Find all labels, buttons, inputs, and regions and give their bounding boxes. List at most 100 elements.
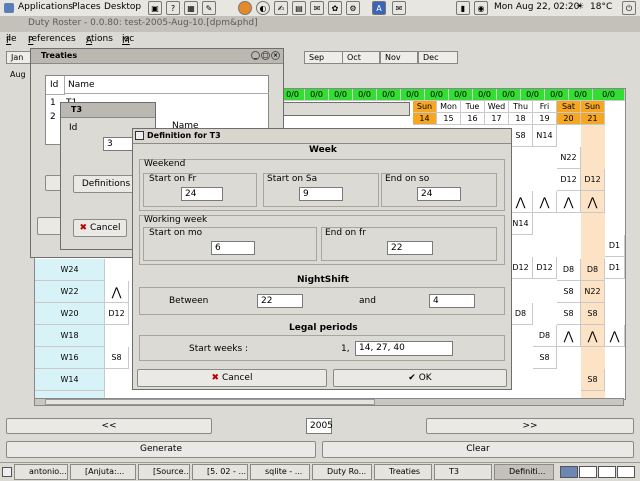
shift-cell[interactable]: S8 [509, 125, 533, 147]
shift-cell[interactable]: D8 [581, 259, 605, 281]
help-icon[interactable]: ? [166, 1, 180, 15]
treaties-titlebar[interactable]: Treaties _ □ × [31, 49, 283, 64]
workspace-4[interactable] [617, 466, 635, 478]
task-button[interactable]: antonio... [14, 464, 68, 480]
workspace-2[interactable] [579, 466, 597, 478]
maximize-icon[interactable]: □ [261, 51, 270, 60]
off-mark-icon[interactable]: ⋀ [557, 325, 581, 347]
year-field[interactable]: 2005 [306, 418, 333, 434]
shift-cell[interactable]: D8 [509, 303, 533, 325]
tab-nov[interactable]: Nov [380, 51, 418, 64]
shift-cell[interactable]: D12 [509, 257, 533, 279]
logout-icon[interactable]: ⏻ [622, 1, 636, 15]
shift-cell[interactable]: D8 [557, 259, 581, 281]
id-field[interactable]: 3 [103, 137, 133, 151]
editor-icon[interactable]: ✎ [202, 1, 216, 15]
start-fr-field[interactable]: 24 [181, 187, 223, 201]
definition-ok-button[interactable]: ✔ OK [333, 369, 507, 387]
window-menu-icon[interactable] [135, 131, 144, 140]
anjuta-icon[interactable]: A [372, 1, 386, 15]
t3-cancel-button[interactable]: ✖ Cancel [73, 219, 127, 237]
shift-cell[interactable]: S8 [533, 347, 557, 369]
clear-button[interactable]: Clear [322, 441, 634, 458]
shift-cell[interactable]: N14 [533, 125, 557, 147]
off-mark-icon[interactable]: ⋀ [105, 281, 129, 303]
clock[interactable]: Mon Aug 22, 02:20 [494, 2, 579, 12]
shift-cell[interactable]: S8 [105, 347, 129, 369]
desktop-menu[interactable]: Desktop [104, 2, 141, 12]
off-mark-icon[interactable]: ⋀ [557, 191, 581, 213]
task-button[interactable]: T3 [434, 464, 492, 480]
and-field[interactable]: 4 [429, 294, 475, 308]
paint-icon[interactable]: ✿ [328, 1, 342, 15]
between-field[interactable]: 22 [257, 294, 303, 308]
shift-cell[interactable]: S8 [581, 369, 605, 391]
preferences-menu[interactable]: Preferences [28, 34, 76, 46]
shift-cell[interactable]: N14 [509, 213, 533, 235]
notes-icon[interactable]: ✉ [310, 1, 324, 15]
tab-oct[interactable]: Oct [342, 51, 380, 64]
off-mark-icon[interactable]: ⋀ [605, 325, 625, 347]
start-mo-field[interactable]: 6 [211, 241, 255, 255]
end-fr-field[interactable]: 22 [387, 241, 433, 255]
package-icon[interactable]: ▦ [184, 1, 198, 15]
file-menu[interactable]: File [6, 34, 17, 46]
shift-cell[interactable]: N22 [581, 281, 605, 303]
shift-cell[interactable]: D12 [533, 257, 557, 279]
main-titlebar[interactable]: Duty Roster - 0.0.80: test-2005-Aug-10.[… [0, 16, 640, 32]
off-mark-icon[interactable]: ⋀ [581, 325, 605, 347]
places-menu[interactable]: Places [72, 2, 101, 12]
minimize-icon[interactable]: _ [251, 51, 260, 60]
tab-jan[interactable]: Jan [6, 51, 32, 64]
close-icon[interactable]: × [271, 51, 280, 60]
writer-icon[interactable]: ✍ [274, 1, 288, 15]
shift-cell[interactable]: D1 [605, 235, 625, 257]
end-so-field[interactable]: 24 [417, 187, 461, 201]
workspace-switcher[interactable] [560, 466, 636, 478]
col-header-id[interactable]: Id [46, 76, 65, 95]
definition-cancel-button[interactable]: ✖ Cancel [137, 369, 327, 387]
horizontal-scrollbar[interactable] [34, 398, 624, 406]
shift-cell[interactable]: S8 [557, 303, 581, 325]
scrollbar-thumb[interactable] [45, 399, 375, 405]
tab-sep[interactable]: Sep [304, 51, 346, 64]
shift-cell[interactable]: S8 [581, 303, 605, 325]
shift-cell[interactable]: S8 [557, 281, 581, 303]
shift-cell[interactable]: D12 [557, 169, 581, 191]
task-button[interactable]: [Anjuta:... [70, 464, 136, 480]
task-button[interactable]: [5. 02 - ... [192, 464, 248, 480]
start-sa-field[interactable]: 9 [299, 187, 343, 201]
actions-menu[interactable]: Actions [86, 34, 113, 46]
t3-titlebar[interactable]: T3 [61, 103, 155, 118]
mail-icon[interactable]: ✉ [392, 1, 406, 15]
evolution-icon[interactable]: ◐ [256, 1, 270, 15]
off-mark-icon[interactable]: ⋀ [509, 191, 533, 213]
tool-icon[interactable]: ⚙ [346, 1, 360, 15]
shift-cell[interactable]: N22 [557, 147, 581, 169]
col-header-name[interactable]: Name [64, 76, 269, 94]
shift-cell[interactable]: D12 [105, 303, 129, 325]
task-button[interactable]: Duty Ro... [312, 464, 372, 480]
generate-button[interactable]: Generate [6, 441, 316, 458]
shift-cell[interactable]: D8 [533, 325, 557, 347]
task-button[interactable]: [Source... [138, 464, 190, 480]
off-mark-icon[interactable]: ⋀ [581, 191, 605, 213]
shift-cell[interactable]: D12 [581, 169, 605, 191]
off-mark-icon[interactable]: ⋀ [533, 191, 557, 213]
task-button[interactable]: Treaties [374, 464, 432, 480]
task-button[interactable]: Definiti... [494, 464, 554, 480]
document-icon[interactable]: ▤ [292, 1, 306, 15]
misc-menu[interactable]: Misc [122, 34, 134, 46]
definition-titlebar[interactable]: Definition for T3 [133, 129, 511, 144]
start-weeks-field[interactable]: 14, 27, 40 [355, 341, 453, 356]
terminal-icon[interactable]: ▣ [148, 1, 162, 15]
prev-year-button[interactable]: << [6, 418, 212, 434]
shift-cell[interactable]: D1 [605, 257, 625, 279]
tab-dec[interactable]: Dec [418, 51, 458, 64]
applications-menu[interactable]: Applications [18, 2, 73, 12]
row-id[interactable]: 2 [50, 112, 56, 122]
task-button[interactable]: sqlite - ... [250, 464, 310, 480]
row-id[interactable]: 1 [50, 98, 56, 108]
show-desktop-icon[interactable] [2, 467, 12, 477]
workspace-1[interactable] [560, 466, 578, 478]
